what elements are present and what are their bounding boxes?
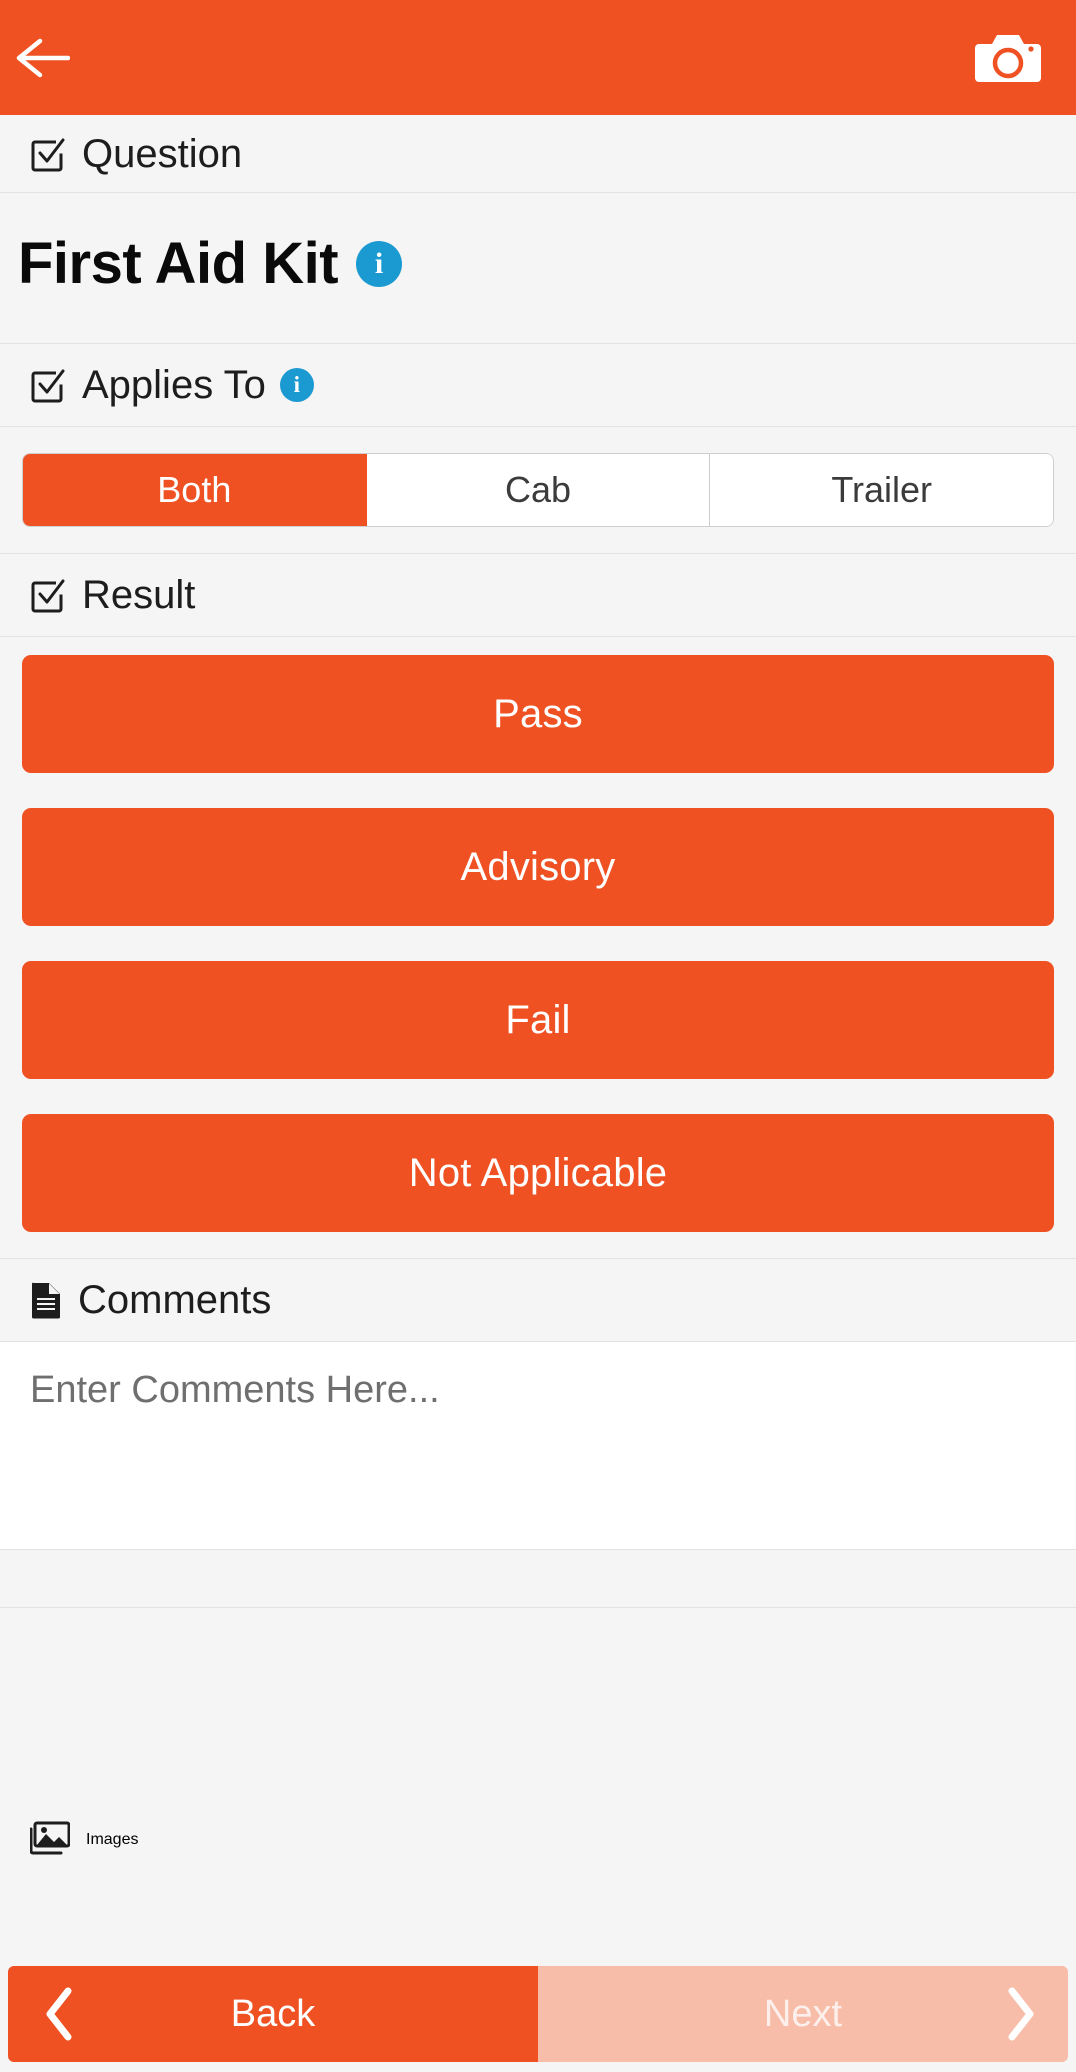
checkbox-checked-icon bbox=[30, 367, 66, 403]
chevron-left-icon bbox=[42, 1987, 76, 2041]
checkbox-checked-icon bbox=[30, 136, 66, 172]
back-button-label: Back bbox=[230, 1992, 316, 2035]
section-label: Question bbox=[82, 131, 243, 176]
result-button-pass[interactable]: Pass bbox=[22, 655, 1054, 773]
checkbox-checked-icon bbox=[30, 577, 66, 613]
result-button-not-applicable[interactable]: Not Applicable bbox=[22, 1114, 1054, 1232]
section-label: Images bbox=[86, 1831, 139, 1848]
section-header-question: Question bbox=[0, 115, 1076, 193]
question-title-block: First Aid Kit i bbox=[0, 193, 1076, 343]
result-buttons-group: Pass Advisory Fail Not Applicable bbox=[0, 637, 1076, 1258]
section-label: Result bbox=[82, 573, 196, 617]
bottom-navigation: Back Next bbox=[8, 1966, 1068, 2062]
chevron-right-icon bbox=[1004, 1987, 1038, 2041]
section-label: Comments bbox=[78, 1278, 272, 1322]
section-header-comments: Comments bbox=[0, 1258, 1076, 1342]
section-label: Applies To bbox=[82, 363, 266, 407]
result-button-advisory[interactable]: Advisory bbox=[22, 808, 1054, 926]
inspection-question-screen: Question First Aid Kit i Applies To i Bo… bbox=[0, 0, 1076, 2072]
section-header-applies-to: Applies To i bbox=[0, 343, 1076, 427]
comments-field-wrap bbox=[0, 1342, 1076, 1550]
segment-option-trailer[interactable]: Trailer bbox=[710, 454, 1053, 526]
page-title: First Aid Kit bbox=[18, 231, 339, 296]
back-button[interactable]: Back bbox=[8, 1966, 538, 2062]
section-header-result: Result bbox=[0, 553, 1076, 637]
result-button-fail[interactable]: Fail bbox=[22, 961, 1054, 1079]
next-button[interactable]: Next bbox=[538, 1966, 1068, 2062]
info-circle-icon[interactable]: i bbox=[279, 368, 314, 402]
applies-to-control-wrap: Both Cab Trailer bbox=[0, 427, 1076, 553]
applies-to-segmented-control: Both Cab Trailer bbox=[22, 453, 1054, 527]
next-button-label: Next bbox=[763, 1992, 843, 2035]
images-icon bbox=[29, 1821, 71, 1860]
section-spacer bbox=[0, 1550, 1076, 1608]
info-circle-icon[interactable]: i bbox=[356, 241, 403, 287]
segment-option-cab[interactable]: Cab bbox=[366, 454, 711, 526]
arrow-left-icon bbox=[16, 38, 70, 77]
camera-icon bbox=[975, 34, 1041, 82]
comments-input[interactable] bbox=[30, 1368, 1046, 1549]
segment-option-both[interactable]: Both bbox=[23, 454, 367, 526]
document-icon bbox=[30, 1281, 62, 1319]
app-bar bbox=[0, 0, 1076, 115]
back-arrow-icon[interactable] bbox=[16, 20, 92, 96]
camera-button[interactable] bbox=[968, 20, 1048, 96]
